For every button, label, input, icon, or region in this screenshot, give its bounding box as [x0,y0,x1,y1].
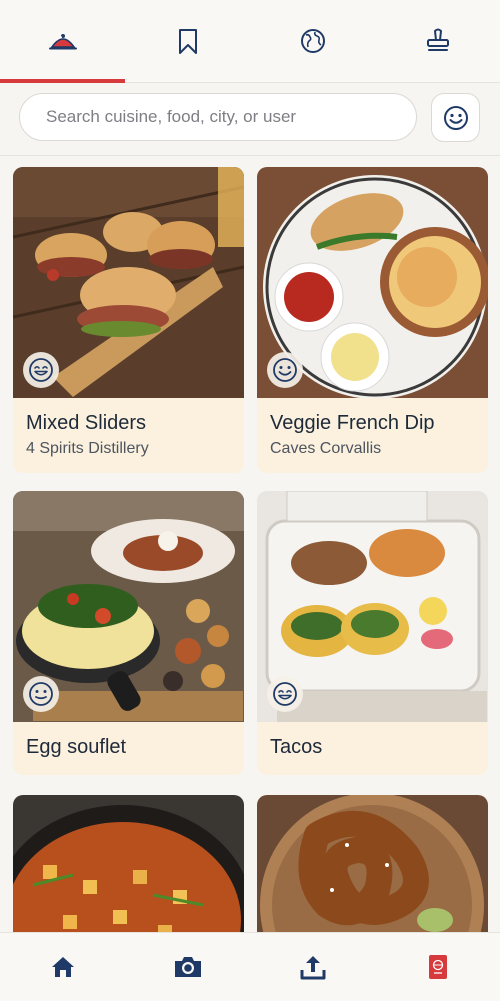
food-card[interactable]: Veggie French Dip Caves Corvallis [257,167,488,473]
nav-camera[interactable] [125,933,250,1001]
food-photo [13,167,244,398]
reaction-badge[interactable] [267,352,303,388]
mood-filter-button[interactable] [431,93,480,142]
globe-icon [300,29,325,53]
nav-passport[interactable] [375,933,500,1001]
food-photo [13,795,244,932]
reaction-badge[interactable] [267,676,303,712]
reaction-badge[interactable] [23,352,59,388]
food-title: Mixed Sliders [26,412,147,434]
food-card[interactable]: Mixed Sliders 4 Spirits Distillery [13,167,244,473]
search-placeholder: Search cuisine, food, city, or user [46,107,297,126]
food-cloche-icon [48,34,77,50]
restaurant-name: 4 Spirits Distillery [26,440,149,457]
food-card[interactable]: Tacos [257,491,488,775]
food-title: Veggie French Dip [270,412,435,434]
restaurant-name: Caves Corvallis [270,440,382,457]
search-row: Search cuisine, food, city, or user [0,83,500,156]
reaction-badge[interactable] [23,676,59,712]
food-title: Egg souflet [26,736,127,758]
bottom-nav [0,932,500,1001]
smiley-icon [443,105,468,130]
grin-icon [273,682,297,706]
smiley-icon [273,358,297,382]
camera-icon [174,957,201,977]
bookmark-icon [178,29,197,54]
passport-icon [428,955,447,979]
neutral-smile-icon [29,682,53,706]
nav-home[interactable] [0,933,125,1001]
top-nav [0,0,500,83]
tab-food[interactable] [0,0,125,82]
food-card[interactable] [13,795,244,932]
food-card[interactable]: Egg souflet [13,491,244,775]
food-photo [257,795,488,932]
food-feed: Mixed Sliders 4 Spirits Distillery Veggi… [0,156,500,932]
tab-saved[interactable] [125,0,250,82]
food-photo [13,491,244,722]
search-input[interactable]: Search cuisine, food, city, or user [19,93,417,141]
food-title: Tacos [270,736,323,758]
food-card[interactable] [257,795,488,932]
stamp-icon [426,28,449,51]
food-photo [257,491,488,722]
grin-icon [29,358,53,382]
nav-upload[interactable] [250,933,375,1001]
home-icon [51,957,74,977]
tab-stamps[interactable] [375,0,500,82]
upload-icon [300,956,325,980]
food-photo [257,167,488,398]
tab-explore[interactable] [250,0,375,82]
